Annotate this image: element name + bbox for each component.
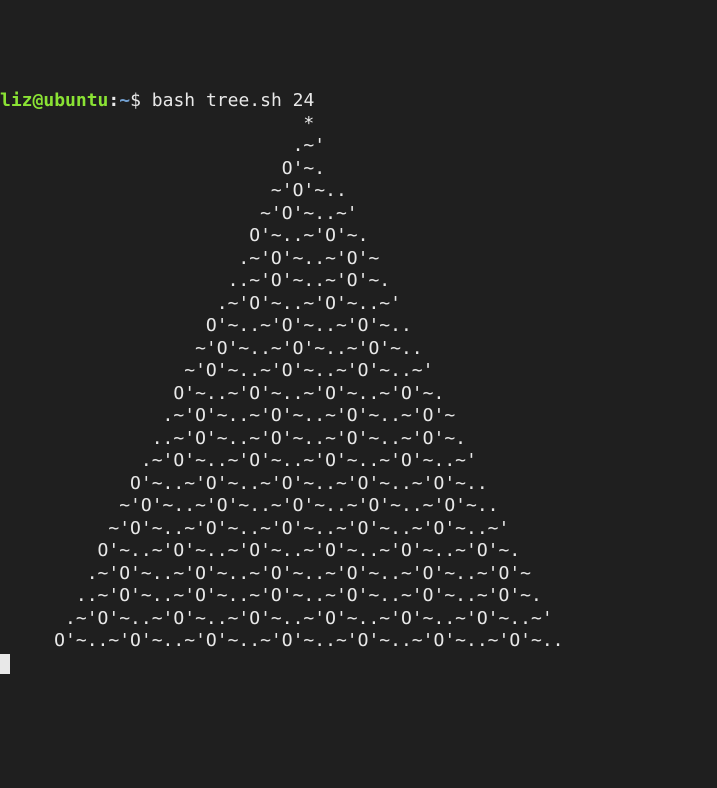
tree-line: .~'O'~..~'O'~..~'O'~..~'O'~..~'	[0, 450, 477, 471]
tree-line: ~'O'~..~'O'~..~'O'~..~'	[0, 360, 433, 381]
tree-line: ..~'O'~..~'O'~..~'O'~..~'O'~.	[0, 428, 466, 449]
prompt-dollar: $	[130, 90, 152, 111]
tree-line: O'~.	[0, 158, 325, 179]
terminal-output[interactable]: liz@ubuntu:~$ bash tree.sh 24 * .~' O'~.…	[0, 90, 717, 675]
tree-line: .~'O'~..~'O'~..~'O'~..~'O'~	[0, 405, 455, 426]
tree-line: ~'O'~..~'	[0, 203, 358, 224]
prompt-user: liz	[0, 90, 33, 111]
tree-line: ~'O'~..	[0, 180, 347, 201]
tree-line: O'~..~'O'~.	[0, 225, 368, 246]
tree-line: ..~'O'~..~'O'~..~'O'~..~'O'~..~'O'~..~'O…	[0, 585, 542, 606]
tree-line: .~'O'~..~'O'~..~'O'~..~'O'~..~'O'~..~'O'…	[0, 608, 553, 629]
tree-line: ~'O'~..~'O'~..~'O'~..	[0, 338, 423, 359]
tree-line: ~'O'~..~'O'~..~'O'~..~'O'~..~'O'~..~'	[0, 518, 509, 539]
prompt-host: ubuntu	[43, 90, 108, 111]
tree-line: O'~..~'O'~..~'O'~..~'O'~..~'O'~..~'O'~..…	[0, 630, 564, 651]
prompt-at: @	[33, 90, 44, 111]
tree-line: O'~..~'O'~..~'O'~..~'O'~..~'O'~..~'O'~.	[0, 540, 520, 561]
tree-line: .~'O'~..~'O'~..~'O'~..~'O'~..~'O'~..~'O'…	[0, 563, 531, 584]
command-text: bash tree.sh 24	[152, 90, 315, 111]
tree-line: ..~'O'~..~'O'~.	[0, 270, 390, 291]
tree-line: O'~..~'O'~..~'O'~..~'O'~.	[0, 383, 444, 404]
tree-line: O'~..~'O'~..~'O'~..	[0, 315, 412, 336]
tree-line: ~'O'~..~'O'~..~'O'~..~'O'~..~'O'~..	[0, 495, 499, 516]
prompt-path: ~	[119, 90, 130, 111]
cursor	[0, 654, 10, 674]
tree-line: O'~..~'O'~..~'O'~..~'O'~..~'O'~..	[0, 473, 488, 494]
tree-line: *	[0, 113, 314, 134]
tree-line: .~'O'~..~'O'~	[0, 248, 379, 269]
tree-line: .~'	[0, 135, 325, 156]
prompt-colon: :	[108, 90, 119, 111]
tree-line: .~'O'~..~'O'~..~'	[0, 293, 401, 314]
